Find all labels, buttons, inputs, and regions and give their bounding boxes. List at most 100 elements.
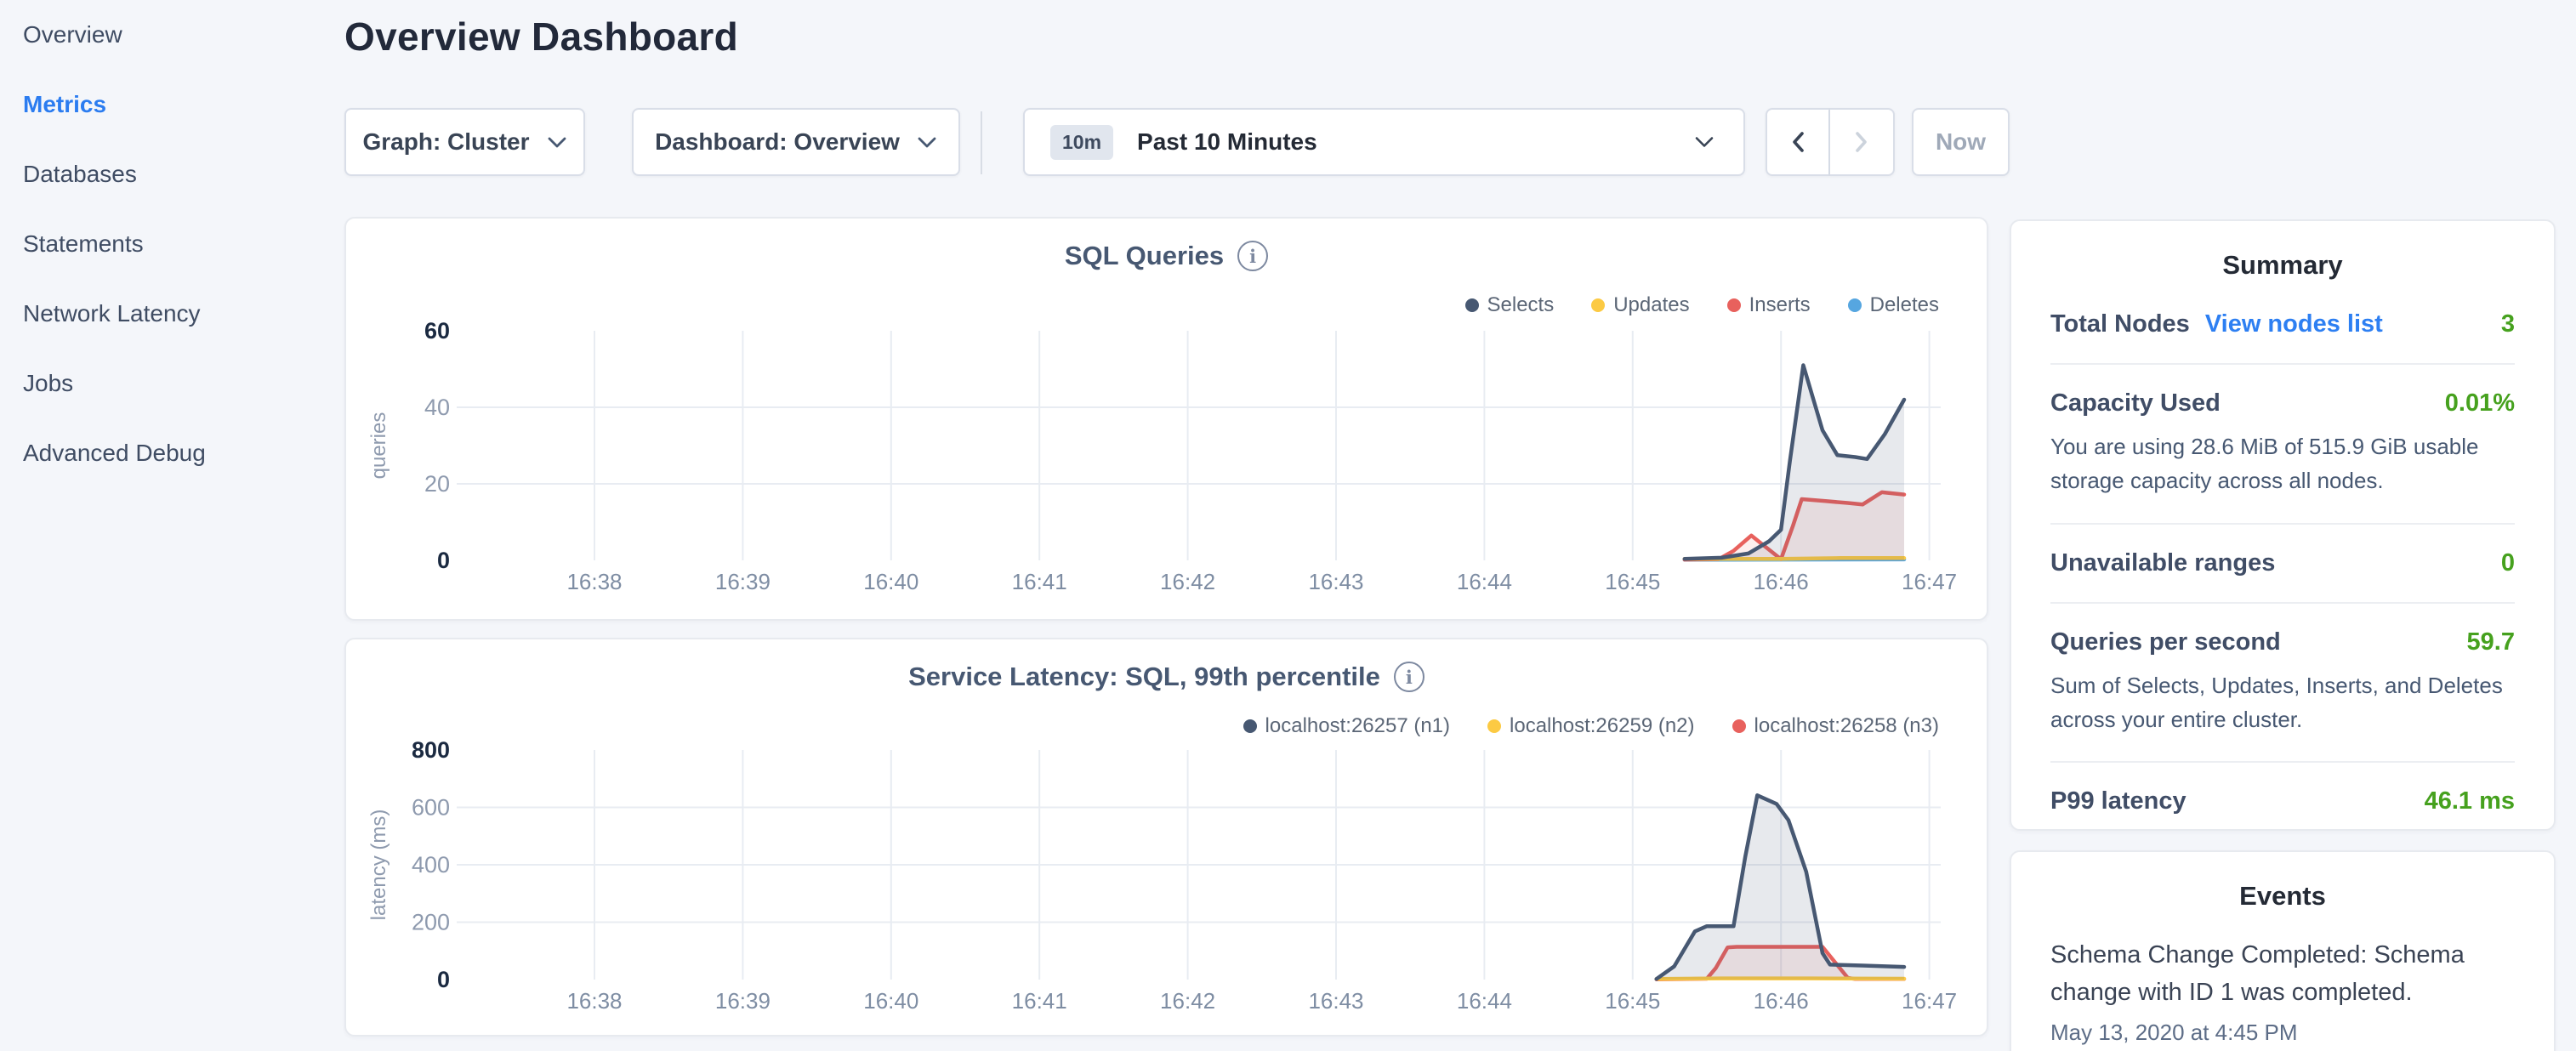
svg-text:600: 600 xyxy=(412,795,450,821)
svg-text:800: 800 xyxy=(412,737,450,763)
svg-text:16:38: 16:38 xyxy=(566,569,622,594)
svg-text:0: 0 xyxy=(437,548,450,573)
svg-text:queries: queries xyxy=(367,412,390,480)
summary-rows: Total Nodes View nodes list 3 Capacity Used… xyxy=(2050,286,2515,840)
legend-label: Updates xyxy=(1613,293,1689,317)
dashboard-dropdown-label: Dashboard: Overview xyxy=(655,128,900,156)
service-latency-plot: 16:3816:3916:4016:4116:4216:4316:4416:45… xyxy=(346,639,1987,1035)
svg-text:16:42: 16:42 xyxy=(1160,988,1215,1014)
summary-title: Summary xyxy=(2050,250,2515,281)
chevron-down-icon xyxy=(917,136,937,149)
legend-label: Deletes xyxy=(1870,293,1939,317)
svg-text:16:45: 16:45 xyxy=(1605,988,1660,1014)
sidebar-item-network-latency[interactable]: Network Latency xyxy=(0,279,323,349)
legend-item[interactable]: Inserts xyxy=(1727,293,1811,317)
svg-text:16:45: 16:45 xyxy=(1605,569,1660,594)
summary-value: 59.7 xyxy=(2467,628,2515,656)
svg-text:16:46: 16:46 xyxy=(1754,569,1809,594)
chart-title: Service Latency: SQL, 99th percentile xyxy=(908,662,1380,692)
summary-row-p99-latency: P99 latency 46.1 ms xyxy=(2050,761,2515,840)
db-console-page: OverviewMetricsDatabasesStatementsNetwor… xyxy=(0,0,2576,1051)
legend-dot-icon xyxy=(1732,719,1746,733)
svg-text:400: 400 xyxy=(412,852,450,878)
legend-label: localhost:26259 (n2) xyxy=(1510,714,1694,738)
svg-text:16:41: 16:41 xyxy=(1012,988,1067,1014)
summary-label: Total Nodes xyxy=(2050,310,2190,338)
summary-label: P99 latency xyxy=(2050,787,2186,815)
info-icon[interactable]: i xyxy=(1394,662,1424,692)
legend-item[interactable]: Updates xyxy=(1591,293,1689,317)
sidebar-item-advanced-debug[interactable]: Advanced Debug xyxy=(0,418,323,488)
events-panel: Events Schema Change Completed: Schema c… xyxy=(2010,850,2556,1051)
svg-text:20: 20 xyxy=(424,471,450,497)
page-title: Overview Dashboard xyxy=(344,14,738,60)
svg-text:200: 200 xyxy=(412,910,450,935)
summary-value: 0 xyxy=(2501,549,2515,577)
legend-item[interactable]: localhost:26257 (n1) xyxy=(1243,714,1450,738)
svg-text:16:44: 16:44 xyxy=(1457,569,1512,594)
svg-text:16:47: 16:47 xyxy=(1902,569,1957,594)
svg-text:60: 60 xyxy=(424,318,450,344)
summary-value: 0.01% xyxy=(2445,389,2515,418)
svg-text:40: 40 xyxy=(424,395,450,420)
controls-divider xyxy=(981,111,982,174)
svg-text:latency (ms): latency (ms) xyxy=(367,810,390,921)
legend-label: localhost:26257 (n1) xyxy=(1265,714,1450,738)
summary-description: Sum of Selects, Updates, Inserts, and De… xyxy=(2050,668,2515,737)
chevron-down-icon xyxy=(1694,136,1714,149)
time-range-chip: 10m xyxy=(1050,125,1113,160)
svg-text:16:40: 16:40 xyxy=(863,988,918,1014)
service-latency-chart-card: Service Latency: SQL, 99th percentile i … xyxy=(344,638,1988,1037)
svg-text:16:40: 16:40 xyxy=(863,569,918,594)
legend-dot-icon xyxy=(1243,719,1257,733)
svg-text:16:46: 16:46 xyxy=(1754,988,1809,1014)
sql-queries-plot: 16:3816:3916:4016:4116:4216:4316:4416:45… xyxy=(346,219,1987,619)
graph-scope-dropdown[interactable]: Graph: Cluster xyxy=(344,108,585,176)
legend-dot-icon xyxy=(1727,298,1741,312)
svg-text:16:38: 16:38 xyxy=(566,988,622,1014)
time-range-dropdown[interactable]: 10m Past 10 Minutes xyxy=(1023,108,1745,176)
summary-value: 46.1 ms xyxy=(2425,787,2515,815)
legend-dot-icon xyxy=(1591,298,1605,312)
legend-dot-icon xyxy=(1848,298,1862,312)
summary-label: Queries per second xyxy=(2050,628,2281,656)
sidebar-item-databases[interactable]: Databases xyxy=(0,139,323,209)
chart-title-row: Service Latency: SQL, 99th percentile i xyxy=(346,662,1987,692)
summary-row-total-nodes: Total Nodes View nodes list 3 xyxy=(2050,286,2515,363)
dashboard-dropdown[interactable]: Dashboard: Overview xyxy=(632,108,960,176)
legend-label: Inserts xyxy=(1749,293,1811,317)
controls-bar: Graph: Cluster Dashboard: Overview 10m P… xyxy=(344,108,2010,176)
sidebar-item-overview[interactable]: Overview xyxy=(0,0,323,70)
summary-label: Capacity Used xyxy=(2050,389,2221,418)
legend-dot-icon xyxy=(1465,298,1479,312)
svg-text:16:44: 16:44 xyxy=(1457,988,1512,1014)
sidebar-item-metrics[interactable]: Metrics xyxy=(0,70,323,139)
legend-item[interactable]: localhost:26259 (n2) xyxy=(1487,714,1694,738)
legend-item[interactable]: localhost:26258 (n3) xyxy=(1732,714,1939,738)
legend-dot-icon xyxy=(1487,719,1501,733)
info-icon[interactable]: i xyxy=(1237,241,1268,271)
chevron-down-icon xyxy=(547,136,567,149)
summary-value: 3 xyxy=(2501,310,2515,338)
chart-title: SQL Queries xyxy=(1065,241,1224,271)
sidebar-item-jobs[interactable]: Jobs xyxy=(0,349,323,418)
view-nodes-list-link[interactable]: View nodes list xyxy=(2205,310,2383,338)
event-text[interactable]: Schema Change Completed: Schema change w… xyxy=(2050,937,2515,1011)
svg-text:16:39: 16:39 xyxy=(715,569,771,594)
svg-text:16:43: 16:43 xyxy=(1308,988,1363,1014)
time-back-button[interactable] xyxy=(1766,108,1830,176)
chart-legend: Selects Updates Inserts Deletes xyxy=(1465,293,1940,317)
legend-label: Selects xyxy=(1487,293,1555,317)
chart-legend: localhost:26257 (n1) localhost:26259 (n2)… xyxy=(1243,714,1939,738)
now-button[interactable]: Now xyxy=(1912,108,2010,176)
sidebar-item-statements[interactable]: Statements xyxy=(0,209,323,279)
summary-description: You are using 28.6 MiB of 515.9 GiB usab… xyxy=(2050,429,2515,498)
time-pager xyxy=(1766,108,1895,176)
time-range-label: Past 10 Minutes xyxy=(1137,128,1317,156)
legend-item[interactable]: Selects xyxy=(1465,293,1555,317)
svg-text:16:41: 16:41 xyxy=(1012,569,1067,594)
chart-title-row: SQL Queries i xyxy=(346,241,1987,271)
time-forward-button[interactable] xyxy=(1830,108,1895,176)
chevron-left-icon xyxy=(1789,131,1806,153)
legend-item[interactable]: Deletes xyxy=(1848,293,1939,317)
